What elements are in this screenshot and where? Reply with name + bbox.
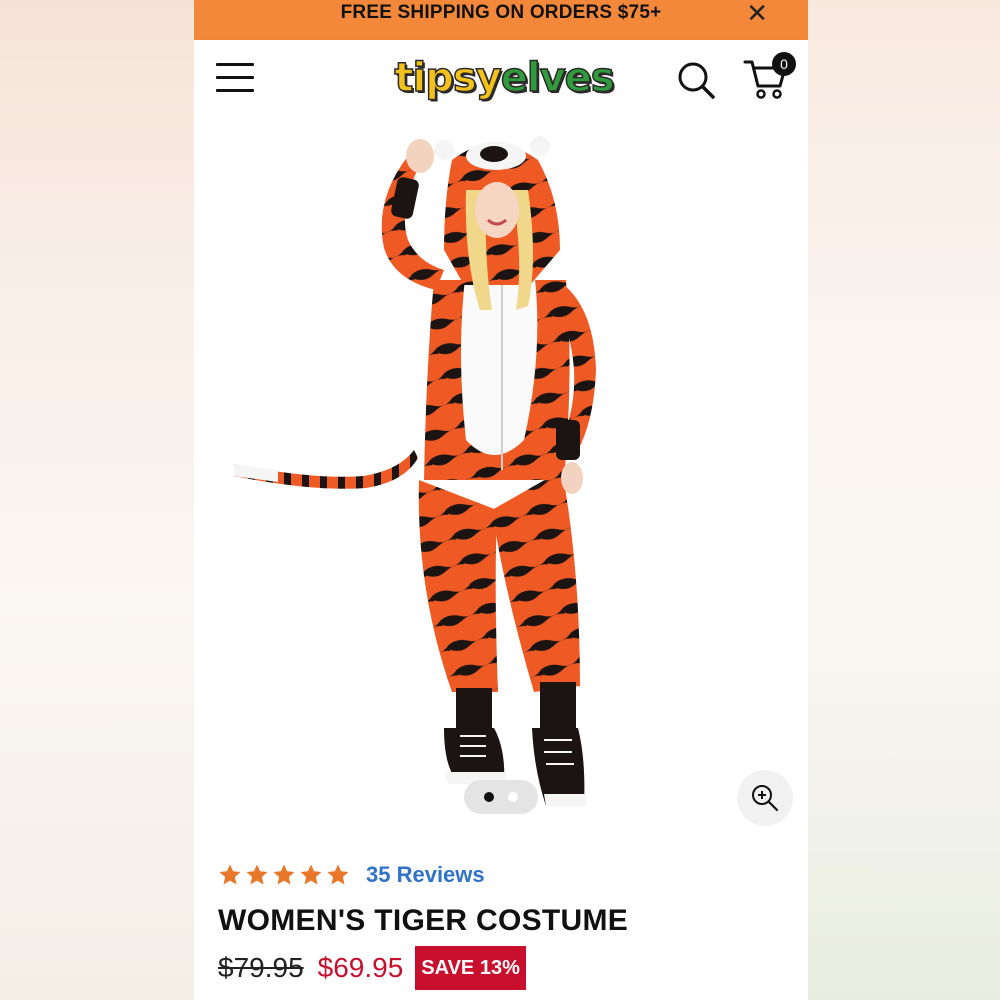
promo-text: FREE SHIPPING ON ORDERS $75+ [340, 2, 662, 23]
background-right [808, 0, 1000, 1000]
star-icon [300, 864, 322, 885]
rating-row: 35 Reviews [218, 862, 485, 888]
cart-count-badge: 0 [772, 52, 796, 76]
star-icon [246, 864, 268, 885]
logo-text-elves: elves [500, 54, 615, 102]
close-icon[interactable]: ✕ [746, 0, 768, 26]
carousel-dot-1[interactable] [484, 792, 494, 802]
site-logo[interactable]: tipsy elves [394, 52, 616, 104]
save-badge: SAVE 13% [415, 946, 526, 990]
sale-price: $69.95 [317, 952, 404, 983]
menu-icon[interactable] [216, 63, 254, 93]
promo-banner: FREE SHIPPING ON ORDERS $75+ ✕ [194, 0, 808, 40]
product-image-gallery[interactable] [194, 120, 808, 840]
original-price: $79.95 [218, 952, 304, 983]
star-rating[interactable] [218, 863, 350, 887]
logo-text-tipsy: tipsy [394, 54, 503, 102]
site-header: tipsy elves 0 [194, 40, 808, 120]
price-row: $79.95 $69.95 SAVE 13% [218, 946, 526, 990]
star-icon [219, 864, 241, 885]
search-icon[interactable] [676, 60, 716, 100]
product-image [234, 136, 596, 806]
product-info: 35 Reviews WOMEN'S TIGER COSTUME $79.95 … [194, 850, 808, 1000]
star-icon [327, 864, 349, 885]
product-title: WOMEN'S TIGER COSTUME [218, 904, 629, 937]
mobile-page: FREE SHIPPING ON ORDERS $75+ ✕ tipsy elve… [194, 0, 808, 1000]
carousel-dots [464, 780, 538, 814]
reviews-link[interactable]: 35 Reviews [366, 862, 485, 888]
zoom-in-icon[interactable] [737, 770, 793, 826]
background-left [0, 0, 194, 1000]
carousel-dot-2[interactable] [508, 792, 518, 802]
star-icon [273, 864, 295, 885]
